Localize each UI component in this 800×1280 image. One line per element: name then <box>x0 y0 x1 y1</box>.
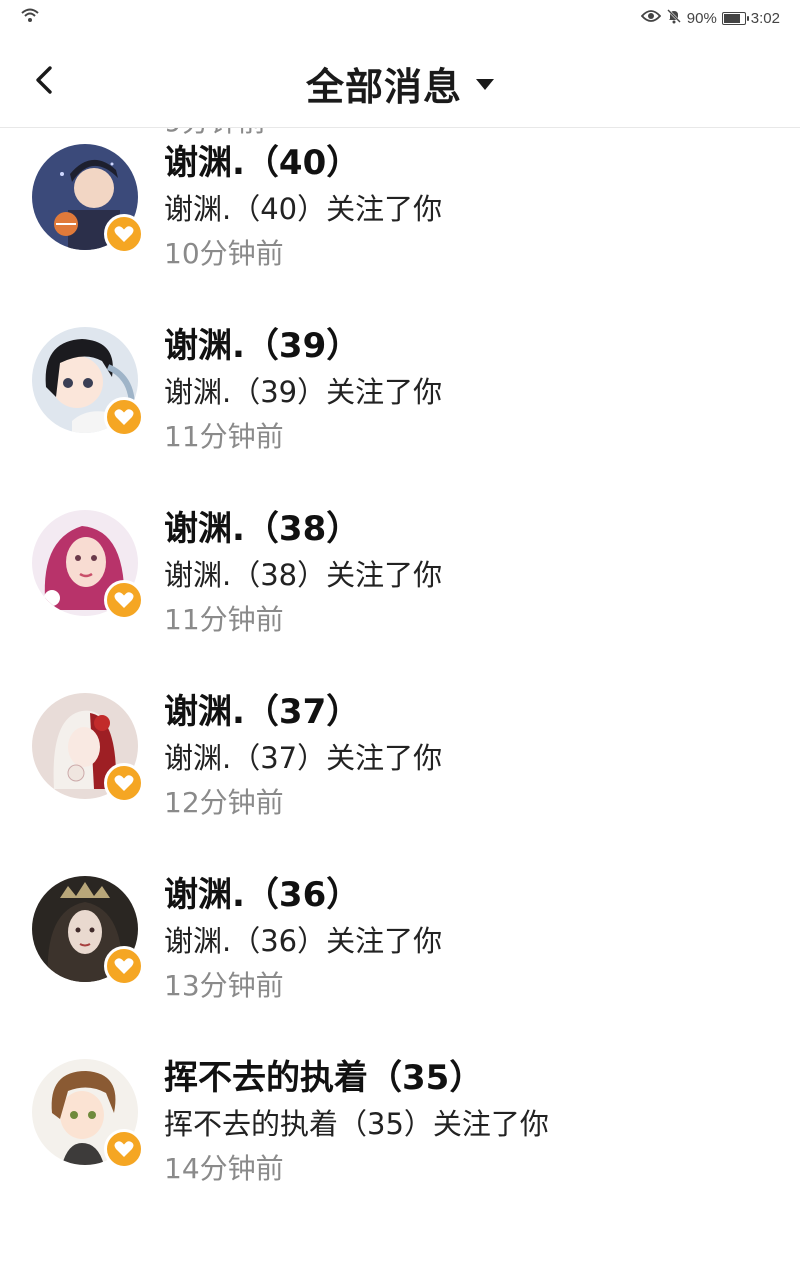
battery-percent: 90% <box>686 9 717 27</box>
item-message: 挥不去的执着（35）关注了你 <box>164 1107 549 1141</box>
list-item[interactable]: 谢渊.（39） 谢渊.（39）关注了你 11分钟前 <box>0 315 800 498</box>
item-username[interactable]: 谢渊.（39） <box>164 318 360 367</box>
avatar-wrapper[interactable] <box>32 1059 144 1169</box>
item-message: 谢渊.（39）关注了你 <box>164 375 443 409</box>
item-time: 13分钟前 <box>164 969 284 1002</box>
heart-icon <box>104 397 144 437</box>
list-item[interactable]: 谢渊.（38） 谢渊.（38）关注了你 11分钟前 <box>0 498 800 681</box>
item-username[interactable]: 谢渊.（36） <box>164 867 360 916</box>
heart-icon <box>104 763 144 803</box>
item-message: 谢渊.（38）关注了你 <box>164 558 443 592</box>
heart-icon <box>104 214 144 254</box>
item-username[interactable]: 谢渊.（37） <box>164 684 360 733</box>
app-header: 全部消息 <box>0 34 800 128</box>
heart-icon <box>104 580 144 620</box>
status-bar: 90% 3:02 <box>0 0 800 34</box>
item-username[interactable]: 挥不去的执着（35） <box>164 1050 483 1099</box>
item-username[interactable]: 谢渊.（40） <box>164 135 360 184</box>
item-message: 谢渊.（36）关注了你 <box>164 924 443 958</box>
item-time: 11分钟前 <box>164 603 284 636</box>
wifi-icon <box>20 7 40 27</box>
list-item[interactable]: 谢渊.（37） 谢渊.（37）关注了你 12分钟前 <box>0 681 800 864</box>
list-item[interactable]: 谢渊.（40） 谢渊.（40）关注了你 10分钟前 <box>0 132 800 315</box>
item-time: 10分钟前 <box>164 237 284 270</box>
battery-level <box>723 13 740 23</box>
avatar-wrapper[interactable] <box>32 693 144 803</box>
list-item[interactable]: 挥不去的执着（35） 挥不去的执着（35）关注了你 14分钟前 <box>0 1047 800 1230</box>
caret-down-icon <box>476 79 494 90</box>
item-time: 14分钟前 <box>164 1152 284 1185</box>
item-username[interactable]: 谢渊.（38） <box>164 501 360 550</box>
item-message: 谢渊.（37）关注了你 <box>164 741 443 775</box>
message-filter-dropdown[interactable]: 全部消息 <box>0 56 800 111</box>
notification-list[interactable]: 9分钟前 谢渊.（40）谢渊.（40）关注了你10分钟前谢渊.（39）谢渊.（3… <box>0 128 800 1280</box>
heart-icon <box>104 946 144 986</box>
list-item[interactable]: 谢渊.（36） 谢渊.（36）关注了你 13分钟前 <box>0 864 800 1047</box>
avatar-wrapper[interactable] <box>32 510 144 620</box>
eye-icon <box>640 9 661 27</box>
bell-off-icon <box>666 8 682 28</box>
item-message: 谢渊.（40）关注了你 <box>164 192 443 226</box>
item-time: 11分钟前 <box>164 420 284 453</box>
avatar-wrapper[interactable] <box>32 327 144 437</box>
avatar-wrapper[interactable] <box>32 144 144 254</box>
page-title: 全部消息 <box>305 65 462 109</box>
status-clock: 3:02 <box>750 9 780 27</box>
item-time: 12分钟前 <box>164 786 284 819</box>
avatar-wrapper[interactable] <box>32 876 144 986</box>
battery-icon <box>721 11 749 25</box>
heart-icon <box>104 1129 144 1169</box>
